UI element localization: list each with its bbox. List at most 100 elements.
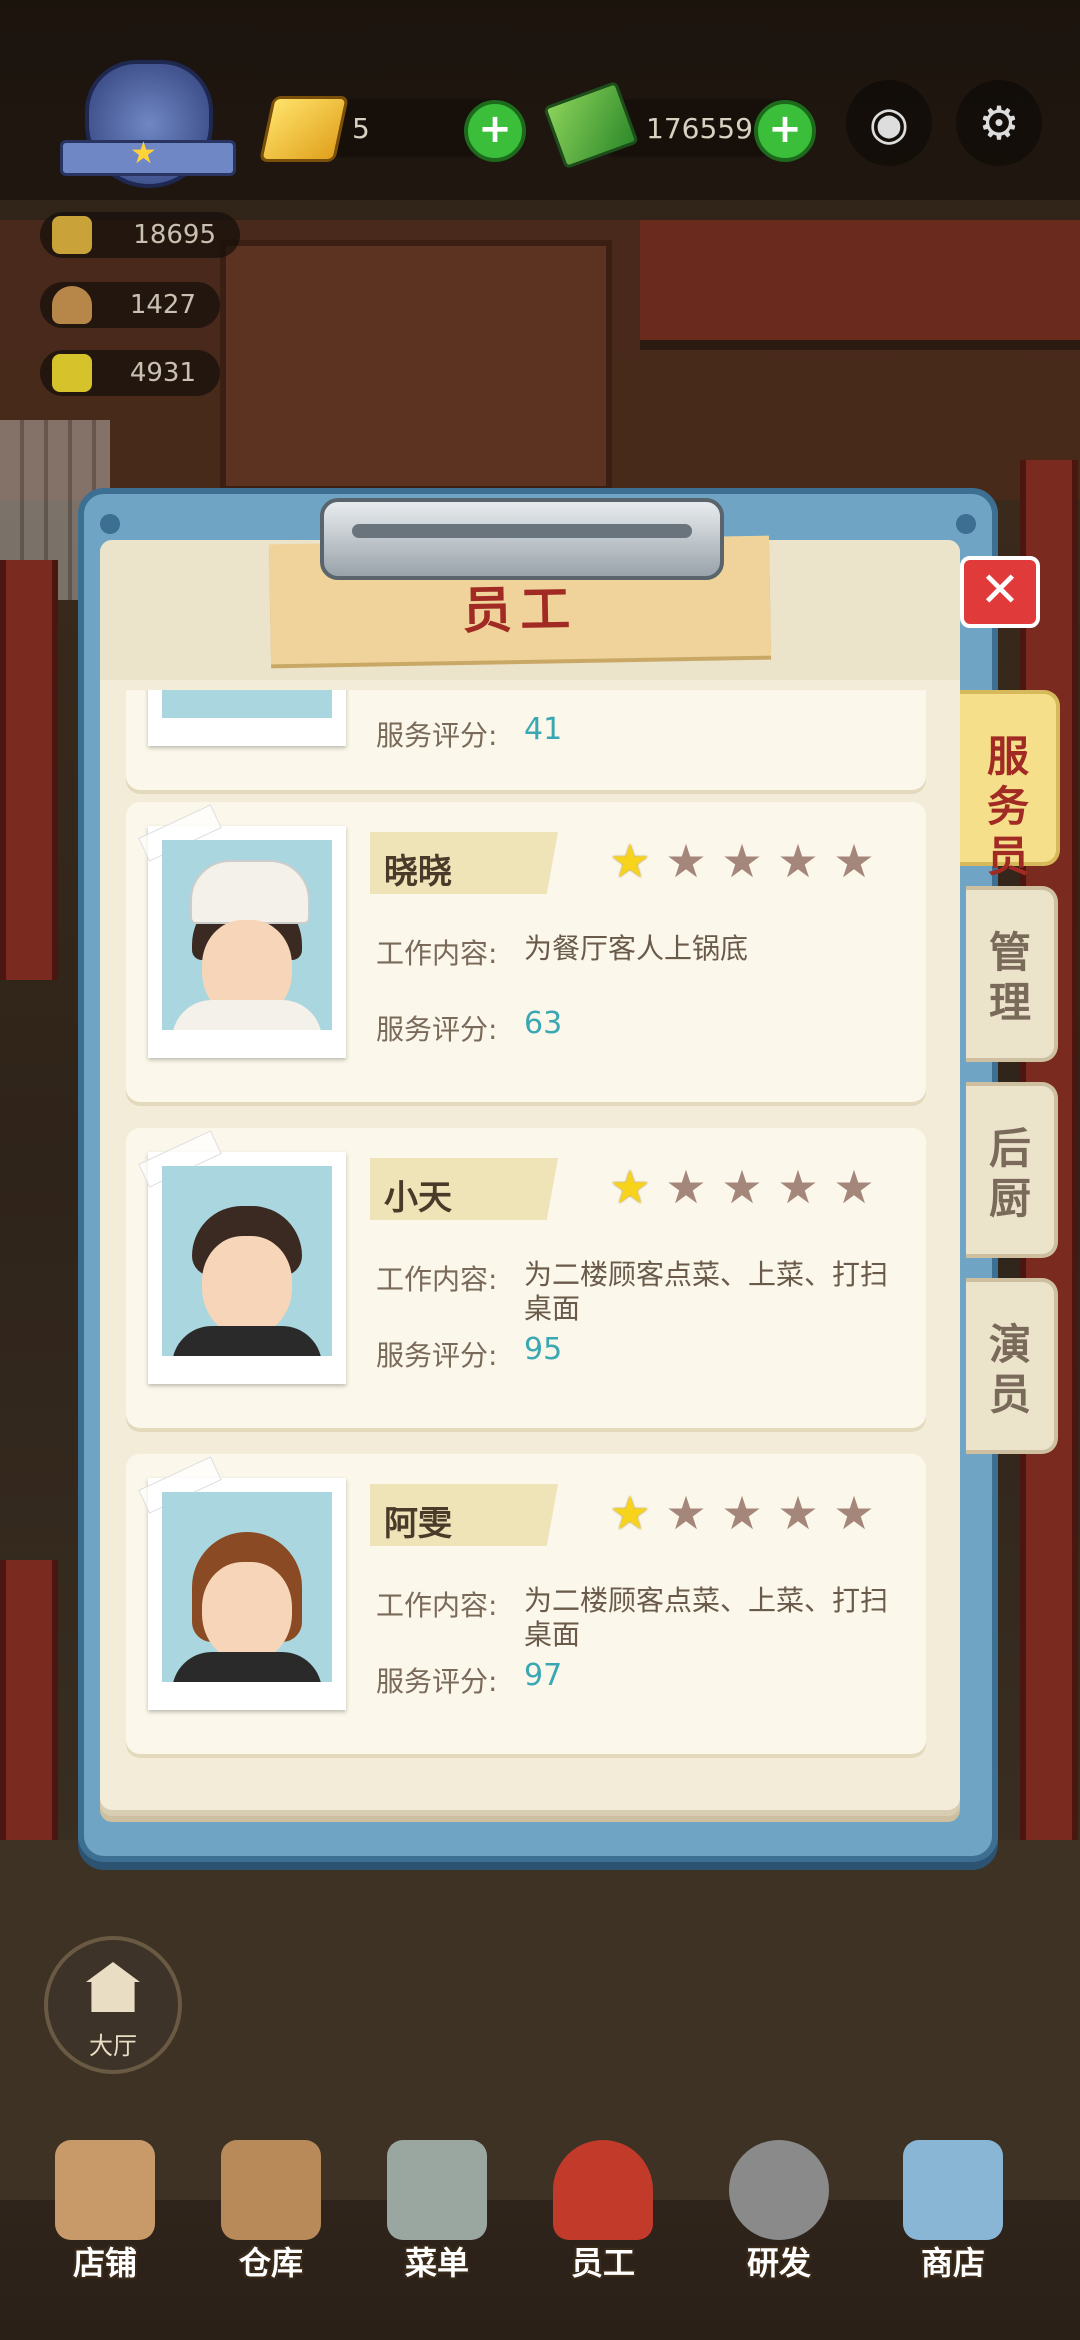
hall-label: 大厅: [89, 2032, 137, 2060]
stat-row-dish: 1427: [40, 282, 220, 328]
storefront-icon: [55, 2140, 155, 2240]
body-shape: [172, 1000, 322, 1030]
add-gems-button[interactable]: +: [464, 100, 526, 162]
nav-label: 菜单: [404, 2244, 469, 2282]
nav-shop[interactable]: 店铺: [30, 2140, 180, 2290]
tab-waiter[interactable]: 服务员: [960, 690, 1060, 881]
staff-list[interactable]: 服务评分: 41 晓晓 ★ ★ ★ ★ ★ 工作内容: 为餐厅客人上锅底 服务评分: 6…: [126, 690, 936, 1770]
score-value: 41: [524, 712, 563, 747]
nav-menu[interactable]: 菜单: [362, 2140, 512, 2290]
star-rating: ★ ★ ★ ★ ★: [604, 1162, 884, 1214]
nav-warehouse[interactable]: 仓库: [196, 2140, 346, 2290]
chef-hat-shape: [190, 860, 310, 924]
star-icon: ★: [609, 1160, 651, 1214]
staff-portrait-frame: [138, 804, 346, 1058]
house-icon: [86, 1962, 140, 2012]
wok-icon: [729, 2140, 829, 2240]
name-plate: 阿雯: [370, 1484, 558, 1546]
camera-button[interactable]: ◉: [846, 80, 932, 166]
staff-icon: [553, 2140, 653, 2240]
star-icon: ★: [833, 1486, 875, 1540]
restaurant-level-badge[interactable]: ★: [60, 60, 236, 190]
name-plate: 晓晓: [370, 832, 558, 894]
nav-label: 研发: [746, 2244, 811, 2282]
star-icon: ★: [777, 1160, 819, 1214]
star-icon: ★: [721, 1486, 763, 1540]
body-shape: [172, 1326, 322, 1356]
nav-label: 店铺: [72, 2244, 137, 2282]
tab-management[interactable]: 管理: [966, 886, 1058, 1062]
clipboard-clip: [320, 498, 724, 580]
book-icon: [52, 354, 92, 392]
gem-count: 5: [352, 112, 370, 145]
star-icon: ★: [721, 834, 763, 888]
bolt-decoration: [956, 514, 976, 534]
tab-label: 演员: [988, 1320, 1031, 1419]
star-icon: ★: [721, 1160, 763, 1214]
staff-name: 小天: [384, 1178, 452, 1218]
close-icon: ✕: [979, 562, 1021, 618]
staff-portrait: [162, 1492, 332, 1682]
star-icon: ★: [833, 834, 875, 888]
nav-store[interactable]: 商店: [878, 2140, 1028, 2290]
face-shape: [202, 1236, 292, 1336]
star-icon: ★: [665, 1160, 707, 1214]
nav-label: 员工: [570, 2244, 635, 2282]
nav-label: 仓库: [238, 2244, 303, 2282]
cash-count: 1765590: [646, 112, 771, 145]
name-plate: 小天: [370, 1158, 558, 1220]
staff-card[interactable]: 晓晓 ★ ★ ★ ★ ★ 工作内容: 为餐厅客人上锅底 服务评分: 63: [126, 802, 926, 1102]
score-label: 服务评分:: [376, 1013, 498, 1046]
clip-slot: [352, 524, 692, 538]
staff-portrait: [162, 840, 332, 1030]
job-text: 为餐厅客人上锅底: [524, 932, 749, 965]
gem-icon: [258, 96, 350, 162]
settings-button[interactable]: ⚙: [956, 80, 1042, 166]
nav-label: 商店: [920, 2244, 985, 2282]
tab-label: 服务员: [986, 732, 1029, 881]
bolt-decoration: [100, 514, 120, 534]
star-icon: ★: [777, 1486, 819, 1540]
star-icon: ★: [609, 834, 651, 888]
nav-research[interactable]: 研发: [704, 2140, 854, 2290]
stat-value: 18695: [133, 220, 216, 250]
close-button[interactable]: ✕: [960, 556, 1040, 628]
score-label: 服务评分:: [376, 1339, 498, 1372]
staff-portrait-frame: [138, 1456, 346, 1710]
shelf-decoration: [220, 240, 612, 492]
nav-staff[interactable]: 员工: [528, 2140, 678, 2290]
job-text: 为二楼顾客点菜、上菜、打扫桌面: [524, 1584, 889, 1651]
hall-button[interactable]: 大厅: [44, 1936, 182, 2074]
add-cash-button[interactable]: +: [754, 100, 816, 162]
score-label: 服务评分:: [376, 719, 498, 752]
staff-name: 阿雯: [384, 1504, 452, 1544]
staff-portrait-frame: [148, 690, 346, 746]
star-rating: ★ ★ ★ ★ ★: [604, 836, 884, 888]
score-value: 95: [524, 1332, 563, 1367]
shop-icon: [903, 2140, 1003, 2240]
tab-label: 管理: [988, 928, 1031, 1027]
star-icon: ★: [665, 1486, 707, 1540]
star-icon: ★: [609, 1486, 651, 1540]
stat-value: 1427: [129, 290, 196, 320]
stat-row-pot: 18695: [40, 212, 240, 258]
score-value: 97: [524, 1658, 563, 1693]
box-icon: [221, 2140, 321, 2240]
face-shape: [202, 1562, 292, 1662]
staff-card[interactable]: 阿雯 ★ ★ ★ ★ ★ 工作内容: 为二楼顾客点菜、上菜、打扫桌面 服务评分: 97: [126, 1454, 926, 1754]
staff-portrait-frame: [138, 1130, 346, 1384]
score-value: 63: [524, 1006, 563, 1041]
staff-portrait: [162, 690, 332, 718]
job-label: 工作内容:: [376, 1263, 498, 1296]
job-text: 为二楼顾客点菜、上菜、打扫桌面: [524, 1258, 889, 1325]
score-label: 服务评分:: [376, 1665, 498, 1698]
job-label: 工作内容:: [376, 937, 498, 970]
staff-card[interactable]: 小天 ★ ★ ★ ★ ★ 工作内容: 为二楼顾客点菜、上菜、打扫桌面 服务评分: 95: [126, 1128, 926, 1428]
clipboard-icon: [387, 2140, 487, 2240]
staff-name: 晓晓: [384, 852, 452, 892]
star-icon: ★: [130, 136, 157, 171]
tab-performer[interactable]: 演员: [966, 1278, 1058, 1454]
star-rating: ★ ★ ★ ★ ★: [604, 1488, 884, 1540]
tab-kitchen[interactable]: 后厨: [966, 1082, 1058, 1258]
staff-card-partial[interactable]: 服务评分: 41: [126, 690, 926, 790]
